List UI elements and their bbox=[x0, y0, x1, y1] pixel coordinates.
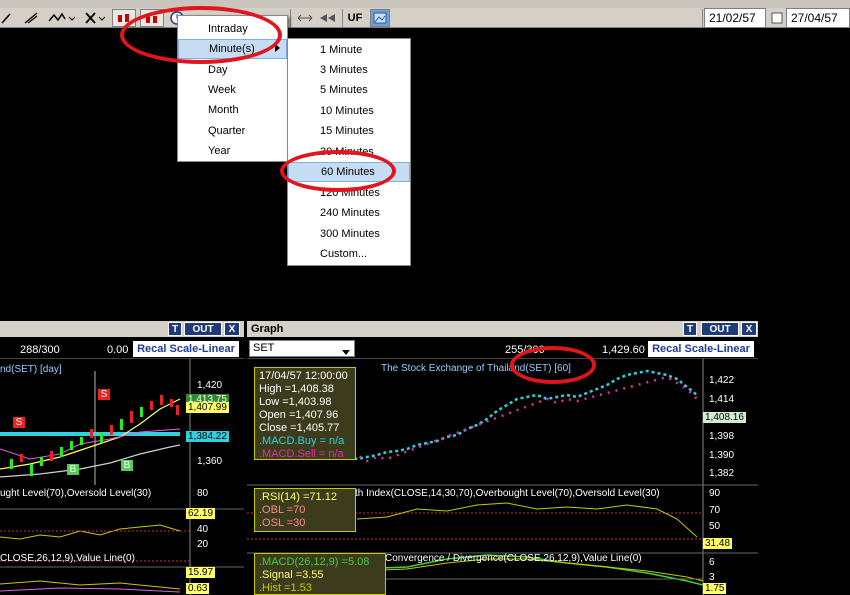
graph-price-tick: 1,422 bbox=[709, 375, 735, 386]
uf-button[interactable]: UF bbox=[344, 9, 366, 27]
graph-price-tick: 1,414 bbox=[709, 394, 735, 405]
buy-marker: B bbox=[67, 464, 79, 475]
left-recal-button[interactable]: Recal Scale-Linear bbox=[133, 341, 239, 357]
macd-info-box: .MACD(26,12,9) =5.08 .Signal =3.55 .Hist… bbox=[254, 553, 386, 595]
date-from-field[interactable]: 21/02/57 bbox=[704, 8, 766, 28]
menu-item-1-minute[interactable]: 1 Minute bbox=[288, 40, 410, 60]
toolbar-top-strip bbox=[0, 0, 850, 8]
left-price-tick: 1,420 bbox=[197, 380, 223, 391]
info-open: Open =1,407.96 bbox=[259, 409, 339, 421]
symbol-select-value: SET bbox=[253, 342, 275, 354]
graph-titlebar: Graph bbox=[247, 321, 758, 337]
menu-item-3-minutes[interactable]: 3 Minutes bbox=[288, 60, 410, 80]
graph-macd-tick: 6 bbox=[709, 557, 715, 568]
left-t-button[interactable]: T bbox=[168, 322, 182, 336]
graph-close-button[interactable]: X bbox=[741, 322, 757, 336]
graph-price-tick: 1,382 bbox=[709, 468, 735, 479]
menu-item-year[interactable]: Year bbox=[178, 141, 287, 161]
menu-item-custom[interactable]: Custom... bbox=[288, 244, 410, 264]
graph-price-highlight: 1,408.16 bbox=[703, 412, 746, 423]
left-chart-panel: T OUT X 288/300 0.00 Recal Scale-Linear … bbox=[0, 321, 244, 595]
menu-item-300-minutes[interactable]: 300 Minutes bbox=[288, 224, 410, 244]
left-rsi-highlight: 62.19 bbox=[186, 508, 216, 519]
left-out-button[interactable]: OUT bbox=[184, 322, 222, 336]
graph-title: Graph bbox=[251, 323, 284, 335]
toolbar-separator bbox=[342, 9, 343, 27]
left-value-label: 0.00 bbox=[107, 344, 129, 356]
macd-info-value: .MACD(26,12,9) =5.08 bbox=[259, 556, 370, 568]
graph-rsi-highlight: 31.48 bbox=[703, 538, 733, 549]
info-low: Low =1,403.98 bbox=[259, 396, 332, 408]
sell-marker: S bbox=[13, 417, 25, 428]
graph-price-tick: 1,390 bbox=[709, 450, 735, 461]
left-close-button[interactable]: X bbox=[224, 322, 240, 336]
left-price-highlight: 1,407.99 bbox=[186, 402, 229, 413]
left-rsi-title: ught Level(70),Oversold Level(30) bbox=[0, 488, 152, 499]
rsi-info-box: .RSI(14) =71.12 .OBL =70 .OSL =30 bbox=[254, 488, 356, 532]
graph-rsi-tick: 70 bbox=[709, 505, 721, 516]
annotation-ellipse bbox=[510, 346, 596, 384]
image-export-icon[interactable] bbox=[370, 9, 390, 27]
rsi-info-osl: .OSL =30 bbox=[259, 517, 306, 529]
dropdown-arrow-icon bbox=[342, 346, 350, 358]
info-time: 17/04/57 12:00:00 bbox=[259, 370, 348, 382]
menu-item-10-minutes[interactable]: 10 Minutes bbox=[288, 101, 410, 121]
annotation-ellipse bbox=[280, 150, 396, 192]
graph-macd-title: Convergence / Divergence(CLOSE,26,12,9),… bbox=[385, 553, 642, 564]
price-info-box: 17/04/57 12:00:00 High =1,408.38 Low =1,… bbox=[254, 367, 356, 460]
toolbar-separator bbox=[702, 9, 703, 27]
graph-recal-button[interactable]: Recal Scale-Linear bbox=[648, 341, 754, 357]
graph-out-button[interactable]: OUT bbox=[701, 322, 739, 336]
delete-tool-icon[interactable] bbox=[82, 9, 108, 27]
graph-macd-tick: 3 bbox=[709, 572, 715, 583]
graph-rsi-tick: 50 bbox=[709, 521, 721, 532]
left-price-highlight: 1,384.22 bbox=[186, 431, 229, 442]
scroll-left-icon[interactable] bbox=[318, 9, 338, 27]
left-macd-highlight: 0.63 bbox=[186, 583, 210, 594]
buy-marker: B bbox=[121, 460, 133, 471]
wave-tool-icon[interactable] bbox=[46, 9, 76, 27]
left-macd-highlight: 15.97 bbox=[186, 567, 216, 578]
symbol-select[interactable]: SET bbox=[249, 340, 355, 357]
left-price-tick: 1,360 bbox=[197, 456, 223, 467]
left-rsi-tick: 40 bbox=[197, 524, 209, 535]
info-high: High =1,408.38 bbox=[259, 383, 334, 395]
info-macd-buy: .MACD.Buy = n/a bbox=[259, 435, 345, 447]
macd-info-signal: .Signal =3.55 bbox=[259, 569, 324, 581]
menu-item-15-minutes[interactable]: 15 Minutes bbox=[288, 121, 410, 141]
toolbar-separator bbox=[290, 9, 291, 27]
menu-item-quarter[interactable]: Quarter bbox=[178, 121, 287, 141]
pen-tool-icon[interactable] bbox=[22, 9, 40, 27]
rsi-info-obl: .OBL =70 bbox=[259, 504, 306, 516]
graph-rsi-tick: 90 bbox=[709, 488, 721, 499]
info-close: Close =1,405.77 bbox=[259, 422, 340, 434]
macd-info-hist: .Hist =1.53 bbox=[259, 582, 312, 594]
rsi-info-value: .RSI(14) =71.12 bbox=[259, 491, 337, 503]
line-tool-icon[interactable] bbox=[0, 9, 12, 27]
menu-item-week[interactable]: Week bbox=[178, 80, 287, 100]
date-to-field[interactable]: 27/04/57 bbox=[786, 8, 850, 28]
graph-rsi-title: th Index(CLOSE,14,30,70),Overbought Leve… bbox=[355, 488, 660, 499]
left-rsi-tick: 20 bbox=[197, 539, 209, 550]
left-rsi-tick: 80 bbox=[197, 488, 209, 499]
scroll-both-icon[interactable] bbox=[296, 9, 314, 27]
info-macd-sell: .MACD.Sell = n/a bbox=[259, 448, 344, 460]
calendar-checkbox-icon[interactable] bbox=[770, 9, 784, 27]
left-macd-title: CLOSE,26,12,9),Value Line(0) bbox=[0, 553, 135, 564]
graph-value-label: 1,429.60 bbox=[602, 344, 645, 356]
graph-macd-highlight: 1.75 bbox=[703, 583, 727, 594]
graph-t-button[interactable]: T bbox=[683, 322, 697, 336]
left-count-label: 288/300 bbox=[20, 344, 60, 356]
annotation-ellipse bbox=[120, 6, 282, 64]
menu-item-5-minutes[interactable]: 5 Minutes bbox=[288, 80, 410, 100]
menu-item-month[interactable]: Month bbox=[178, 100, 287, 120]
app-window: UF 21/02/57 27/04/57 Intraday Minute(s) … bbox=[0, 0, 850, 595]
sell-marker: S bbox=[98, 389, 110, 400]
menu-item-240-minutes[interactable]: 240 Minutes bbox=[288, 203, 410, 223]
graph-panel: Graph T OUT X SET 255/300 1,429.60 Recal… bbox=[247, 321, 758, 595]
graph-price-tick: 1,398 bbox=[709, 431, 735, 442]
